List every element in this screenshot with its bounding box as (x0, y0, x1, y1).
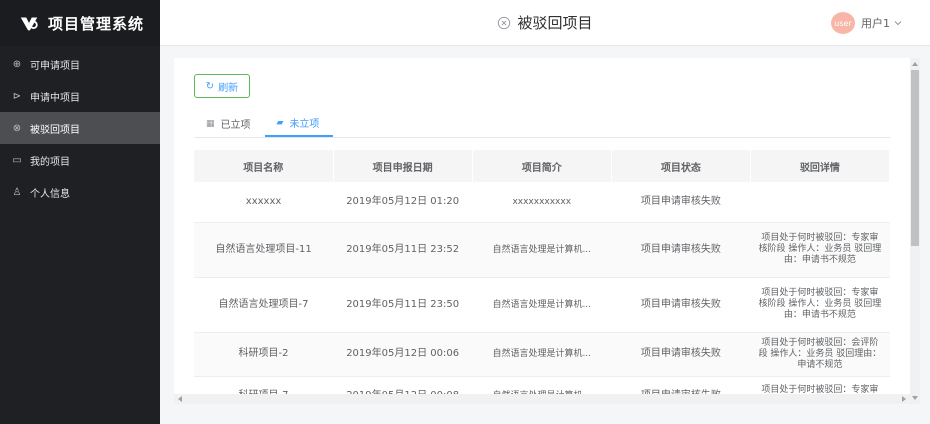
user-name[interactable]: 用户1 (861, 15, 890, 31)
table-header-row: 项目名称 项目申报日期 项目简介 项目状态 驳回详情 (194, 150, 890, 182)
close-circle-icon (498, 16, 511, 29)
cell-intro: 自然语言处理是计算机... (472, 332, 612, 377)
scroll-right-icon[interactable] (902, 396, 906, 402)
logo-icon (20, 17, 38, 31)
sidebar-item-available-projects[interactable]: ⊕ 可申请项目 (0, 48, 160, 80)
cell-intro: xxxxxxxxxxx (472, 182, 612, 223)
cell-name: xxxxxx (194, 182, 334, 223)
sidebar-item-personal-info[interactable]: ♙ 个人信息 (0, 176, 160, 208)
column-header-name: 项目名称 (194, 150, 334, 182)
column-header-status: 项目状态 (611, 150, 751, 182)
app-title: 项目管理系统 (48, 14, 145, 33)
tab-approved[interactable]: ▦ 已立项 (194, 116, 265, 137)
cell-date: 2019年05月12日 01:20 (333, 182, 473, 223)
rejected-projects-table: 项目名称 项目申报日期 项目简介 项目状态 驳回详情 xxxxxx 2019年0… (194, 150, 890, 404)
horizontal-scrollbar[interactable] (174, 394, 910, 404)
cell-detail: 项目处于何时被驳回：会评阶段 操作人：业务员 驳回理由：申请不规范 (750, 332, 890, 377)
close-circle-icon: ⊗ (12, 122, 22, 134)
refresh-button[interactable]: ↻ 刷新 (194, 74, 250, 98)
cell-detail: 项目处于何时被驳回：专家审核阶段 操作人：业务员 驳回理由：申请书不规范 (750, 222, 890, 278)
page-title-text: 被驳回项目 (517, 14, 593, 32)
cell-status: 项目申请审核失败 (611, 222, 751, 278)
cell-date: 2019年05月11日 23:50 (333, 277, 473, 333)
content-panel: ↻ 刷新 ▦ 已立项 ▰ 未立项 项目名称 项目申报日期 项目简介 项目状态 驳… (174, 58, 910, 404)
table-row[interactable]: xxxxxx 2019年05月12日 01:20 xxxxxxxxxxx 项目申… (194, 182, 890, 223)
sidebar-item-rejected-projects[interactable]: ⊗ 被驳回项目 (0, 112, 160, 144)
sidebar-item-label: 我的项目 (30, 156, 70, 168)
book-icon: ▰ (276, 117, 284, 128)
sidebar-menu: ⊕ 可申请项目 ⊳ 申请中项目 ⊗ 被驳回项目 ▭ 我的项目 ♙ 个人信息 (0, 48, 160, 208)
tab-label: 已立项 (220, 120, 251, 131)
avatar[interactable]: user (831, 12, 855, 34)
cell-detail: 项目处于何时被驳回：专家审核阶段 操作人：业务员 驳回理由：申请书不规范 (750, 277, 890, 333)
forward-icon: ⊳ (12, 90, 22, 102)
table-row[interactable]: 自然语言处理项目-7 2019年05月11日 23:50 自然语言处理是计算机.… (194, 277, 890, 333)
table-row[interactable]: 科研项目-2 2019年05月12日 00:06 自然语言处理是计算机... 项… (194, 332, 890, 377)
cell-intro: 自然语言处理是计算机... (472, 222, 612, 278)
column-header-intro: 项目简介 (472, 150, 612, 182)
refresh-label: 刷新 (218, 82, 239, 94)
refresh-icon: ↻ (205, 80, 215, 92)
sidebar-item-label: 申请中项目 (30, 92, 80, 104)
cell-status: 项目申请审核失败 (611, 277, 751, 333)
plus-circle-icon: ⊕ (12, 58, 22, 70)
sidebar: 项目管理系统 ⊕ 可申请项目 ⊳ 申请中项目 ⊗ 被驳回项目 ▭ 我的项目 ♙ … (0, 0, 160, 424)
cell-date: 2019年05月11日 23:52 (333, 222, 473, 278)
tab-not-approved[interactable]: ▰ 未立项 (264, 116, 334, 137)
sidebar-item-pending-projects[interactable]: ⊳ 申请中项目 (0, 80, 160, 112)
scroll-left-icon[interactable] (178, 396, 182, 402)
sidebar-item-label: 个人信息 (30, 188, 70, 200)
cell-name: 自然语言处理项目-7 (194, 277, 334, 333)
column-header-date: 项目申报日期 (333, 150, 473, 182)
scrollbar-thumb[interactable] (911, 70, 919, 246)
cell-status: 项目申请审核失败 (611, 182, 751, 223)
cell-detail (750, 182, 890, 223)
sidebar-item-label: 可申请项目 (30, 60, 80, 72)
page-title: 被驳回项目 (497, 12, 593, 33)
cell-intro: 自然语言处理是计算机... (472, 277, 612, 333)
tab-label: 未立项 (289, 119, 320, 130)
vertical-scrollbar[interactable] (910, 58, 920, 404)
cell-name: 自然语言处理项目-11 (194, 222, 334, 278)
tray-icon: ▭ (12, 154, 22, 166)
grid-icon: ▦ (206, 118, 215, 129)
chevron-down-icon[interactable] (894, 19, 902, 27)
main-content: ↻ 刷新 ▦ 已立项 ▰ 未立项 项目名称 项目申报日期 项目简介 项目状态 驳… (160, 46, 930, 424)
cell-date: 2019年05月12日 00:06 (333, 332, 473, 377)
user-menu[interactable]: user 用户1 (831, 12, 902, 34)
tab-bar: ▦ 已立项 ▰ 未立项 (194, 116, 890, 138)
sidebar-item-my-projects[interactable]: ▭ 我的项目 (0, 144, 160, 176)
sidebar-item-label: 被驳回项目 (30, 124, 80, 136)
cell-name: 科研项目-2 (194, 332, 334, 377)
app-logo[interactable]: 项目管理系统 (0, 0, 160, 46)
table-row[interactable]: 自然语言处理项目-11 2019年05月11日 23:52 自然语言处理是计算机… (194, 222, 890, 278)
scroll-down-icon[interactable] (912, 396, 918, 400)
column-header-detail: 驳回详情 (750, 150, 890, 182)
cell-status: 项目申请审核失败 (611, 332, 751, 377)
top-header: 被驳回项目 user 用户1 (160, 0, 930, 46)
scroll-up-icon[interactable] (912, 62, 918, 66)
user-icon: ♙ (12, 186, 22, 198)
